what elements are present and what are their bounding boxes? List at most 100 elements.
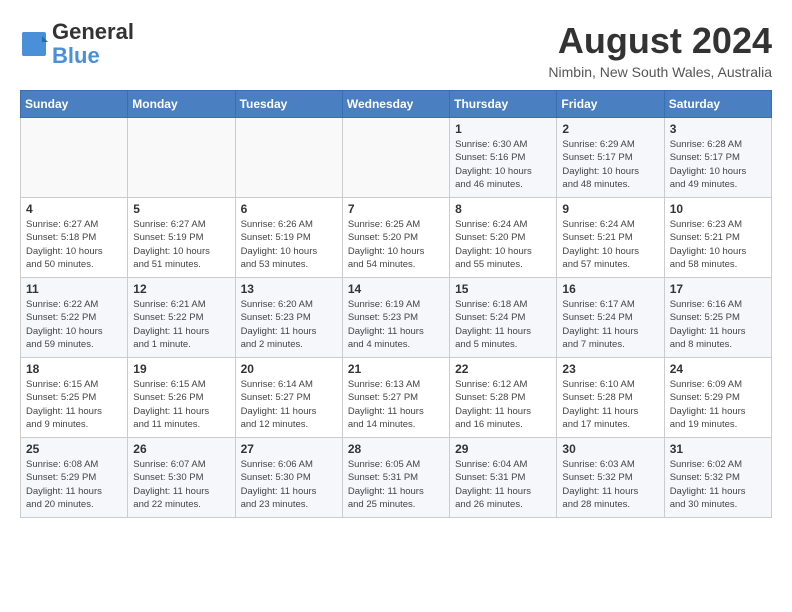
day-info: Sunrise: 6:06 AM Sunset: 5:30 PM Dayligh… xyxy=(241,458,337,511)
day-number: 18 xyxy=(26,362,122,376)
day-number: 27 xyxy=(241,442,337,456)
calendar-cell: 31 Sunrise: 6:02 AM Sunset: 5:32 PM Dayli… xyxy=(664,438,771,518)
day-info: Sunrise: 6:07 AM Sunset: 5:30 PM Dayligh… xyxy=(133,458,229,511)
calendar-cell: 23 Sunrise: 6:10 AM Sunset: 5:28 PM Dayli… xyxy=(557,358,664,438)
calendar-cell: 26 Sunrise: 6:07 AM Sunset: 5:30 PM Dayli… xyxy=(128,438,235,518)
header-thursday: Thursday xyxy=(450,91,557,118)
logo-line1: General xyxy=(52,20,134,44)
calendar-week-row: 11 Sunrise: 6:22 AM Sunset: 5:22 PM Dayli… xyxy=(21,278,772,358)
day-number: 30 xyxy=(562,442,658,456)
day-info: Sunrise: 6:10 AM Sunset: 5:28 PM Dayligh… xyxy=(562,378,658,431)
header-sunday: Sunday xyxy=(21,91,128,118)
day-number: 4 xyxy=(26,202,122,216)
day-number: 13 xyxy=(241,282,337,296)
day-info: Sunrise: 6:16 AM Sunset: 5:25 PM Dayligh… xyxy=(670,298,766,351)
day-info: Sunrise: 6:12 AM Sunset: 5:28 PM Dayligh… xyxy=(455,378,551,431)
day-number: 5 xyxy=(133,202,229,216)
header-saturday: Saturday xyxy=(664,91,771,118)
day-info: Sunrise: 6:13 AM Sunset: 5:27 PM Dayligh… xyxy=(348,378,444,431)
day-number: 14 xyxy=(348,282,444,296)
day-number: 1 xyxy=(455,122,551,136)
title-block: August 2024 Nimbin, New South Wales, Aus… xyxy=(548,20,772,80)
day-number: 20 xyxy=(241,362,337,376)
calendar-cell: 2Sunrise: 6:29 AM Sunset: 5:17 PM Daylig… xyxy=(557,118,664,198)
day-info: Sunrise: 6:26 AM Sunset: 5:19 PM Dayligh… xyxy=(241,218,337,271)
day-number: 8 xyxy=(455,202,551,216)
day-number: 7 xyxy=(348,202,444,216)
day-info: Sunrise: 6:25 AM Sunset: 5:20 PM Dayligh… xyxy=(348,218,444,271)
logo: General Blue xyxy=(20,20,134,68)
day-info: Sunrise: 6:18 AM Sunset: 5:24 PM Dayligh… xyxy=(455,298,551,351)
day-number: 23 xyxy=(562,362,658,376)
day-info: Sunrise: 6:15 AM Sunset: 5:25 PM Dayligh… xyxy=(26,378,122,431)
logo-line2: Blue xyxy=(52,44,134,68)
day-info: Sunrise: 6:30 AM Sunset: 5:16 PM Dayligh… xyxy=(455,138,551,191)
day-number: 17 xyxy=(670,282,766,296)
day-info: Sunrise: 6:19 AM Sunset: 5:23 PM Dayligh… xyxy=(348,298,444,351)
day-info: Sunrise: 6:24 AM Sunset: 5:21 PM Dayligh… xyxy=(562,218,658,271)
day-info: Sunrise: 6:02 AM Sunset: 5:32 PM Dayligh… xyxy=(670,458,766,511)
calendar-cell: 25Sunrise: 6:08 AM Sunset: 5:29 PM Dayli… xyxy=(21,438,128,518)
day-info: Sunrise: 6:14 AM Sunset: 5:27 PM Dayligh… xyxy=(241,378,337,431)
day-number: 3 xyxy=(670,122,766,136)
day-number: 22 xyxy=(455,362,551,376)
calendar-cell: 4Sunrise: 6:27 AM Sunset: 5:18 PM Daylig… xyxy=(21,198,128,278)
calendar-week-row: 4Sunrise: 6:27 AM Sunset: 5:18 PM Daylig… xyxy=(21,198,772,278)
day-info: Sunrise: 6:15 AM Sunset: 5:26 PM Dayligh… xyxy=(133,378,229,431)
calendar-table: SundayMondayTuesdayWednesdayThursdayFrid… xyxy=(20,90,772,518)
day-info: Sunrise: 6:17 AM Sunset: 5:24 PM Dayligh… xyxy=(562,298,658,351)
calendar-cell: 1 Sunrise: 6:30 AM Sunset: 5:16 PM Daylig… xyxy=(450,118,557,198)
calendar-cell: 11 Sunrise: 6:22 AM Sunset: 5:22 PM Dayli… xyxy=(21,278,128,358)
day-number: 21 xyxy=(348,362,444,376)
calendar-cell: 5 Sunrise: 6:27 AM Sunset: 5:19 PM Daylig… xyxy=(128,198,235,278)
calendar-cell: 20 Sunrise: 6:14 AM Sunset: 5:27 PM Dayli… xyxy=(235,358,342,438)
calendar-cell: 22 Sunrise: 6:12 AM Sunset: 5:28 PM Dayli… xyxy=(450,358,557,438)
day-number: 10 xyxy=(670,202,766,216)
day-number: 15 xyxy=(455,282,551,296)
calendar-cell: 13Sunrise: 6:20 AM Sunset: 5:23 PM Dayli… xyxy=(235,278,342,358)
calendar-cell: 15 Sunrise: 6:18 AM Sunset: 5:24 PM Dayli… xyxy=(450,278,557,358)
calendar-cell: 8 Sunrise: 6:24 AM Sunset: 5:20 PM Daylig… xyxy=(450,198,557,278)
page-header: General Blue August 2024 Nimbin, New Sou… xyxy=(20,20,772,80)
calendar-week-row: 18 Sunrise: 6:15 AM Sunset: 5:25 PM Dayli… xyxy=(21,358,772,438)
calendar-header-row: SundayMondayTuesdayWednesdayThursdayFrid… xyxy=(21,91,772,118)
calendar-cell: 18 Sunrise: 6:15 AM Sunset: 5:25 PM Dayli… xyxy=(21,358,128,438)
day-number: 19 xyxy=(133,362,229,376)
day-info: Sunrise: 6:22 AM Sunset: 5:22 PM Dayligh… xyxy=(26,298,122,351)
calendar-cell xyxy=(235,118,342,198)
day-number: 28 xyxy=(348,442,444,456)
calendar-cell: 3 Sunrise: 6:28 AM Sunset: 5:17 PM Daylig… xyxy=(664,118,771,198)
calendar-cell: 12Sunrise: 6:21 AM Sunset: 5:22 PM Dayli… xyxy=(128,278,235,358)
calendar-cell xyxy=(21,118,128,198)
day-number: 26 xyxy=(133,442,229,456)
day-info: Sunrise: 6:24 AM Sunset: 5:20 PM Dayligh… xyxy=(455,218,551,271)
day-info: Sunrise: 6:23 AM Sunset: 5:21 PM Dayligh… xyxy=(670,218,766,271)
day-info: Sunrise: 6:08 AM Sunset: 5:29 PM Dayligh… xyxy=(26,458,122,511)
calendar-cell: 28 Sunrise: 6:05 AM Sunset: 5:31 PM Dayli… xyxy=(342,438,449,518)
day-info: Sunrise: 6:28 AM Sunset: 5:17 PM Dayligh… xyxy=(670,138,766,191)
day-info: Sunrise: 6:27 AM Sunset: 5:19 PM Dayligh… xyxy=(133,218,229,271)
header-friday: Friday xyxy=(557,91,664,118)
day-info: Sunrise: 6:05 AM Sunset: 5:31 PM Dayligh… xyxy=(348,458,444,511)
day-number: 24 xyxy=(670,362,766,376)
day-number: 31 xyxy=(670,442,766,456)
calendar-cell: 10 Sunrise: 6:23 AM Sunset: 5:21 PM Dayli… xyxy=(664,198,771,278)
day-info: Sunrise: 6:03 AM Sunset: 5:32 PM Dayligh… xyxy=(562,458,658,511)
header-tuesday: Tuesday xyxy=(235,91,342,118)
calendar-cell: 16Sunrise: 6:17 AM Sunset: 5:24 PM Dayli… xyxy=(557,278,664,358)
calendar-week-row: 25Sunrise: 6:08 AM Sunset: 5:29 PM Dayli… xyxy=(21,438,772,518)
calendar-cell: 29Sunrise: 6:04 AM Sunset: 5:31 PM Dayli… xyxy=(450,438,557,518)
calendar-cell: 9 Sunrise: 6:24 AM Sunset: 5:21 PM Daylig… xyxy=(557,198,664,278)
month-title: August 2024 xyxy=(548,20,772,62)
day-number: 11 xyxy=(26,282,122,296)
day-info: Sunrise: 6:04 AM Sunset: 5:31 PM Dayligh… xyxy=(455,458,551,511)
day-info: Sunrise: 6:29 AM Sunset: 5:17 PM Dayligh… xyxy=(562,138,658,191)
header-wednesday: Wednesday xyxy=(342,91,449,118)
calendar-cell: 21 Sunrise: 6:13 AM Sunset: 5:27 PM Dayli… xyxy=(342,358,449,438)
calendar-cell: 19 Sunrise: 6:15 AM Sunset: 5:26 PM Dayli… xyxy=(128,358,235,438)
calendar-cell: 7 Sunrise: 6:25 AM Sunset: 5:20 PM Daylig… xyxy=(342,198,449,278)
calendar-cell: 30 Sunrise: 6:03 AM Sunset: 5:32 PM Dayli… xyxy=(557,438,664,518)
calendar-cell xyxy=(342,118,449,198)
calendar-cell: 27 Sunrise: 6:06 AM Sunset: 5:30 PM Dayli… xyxy=(235,438,342,518)
day-number: 9 xyxy=(562,202,658,216)
